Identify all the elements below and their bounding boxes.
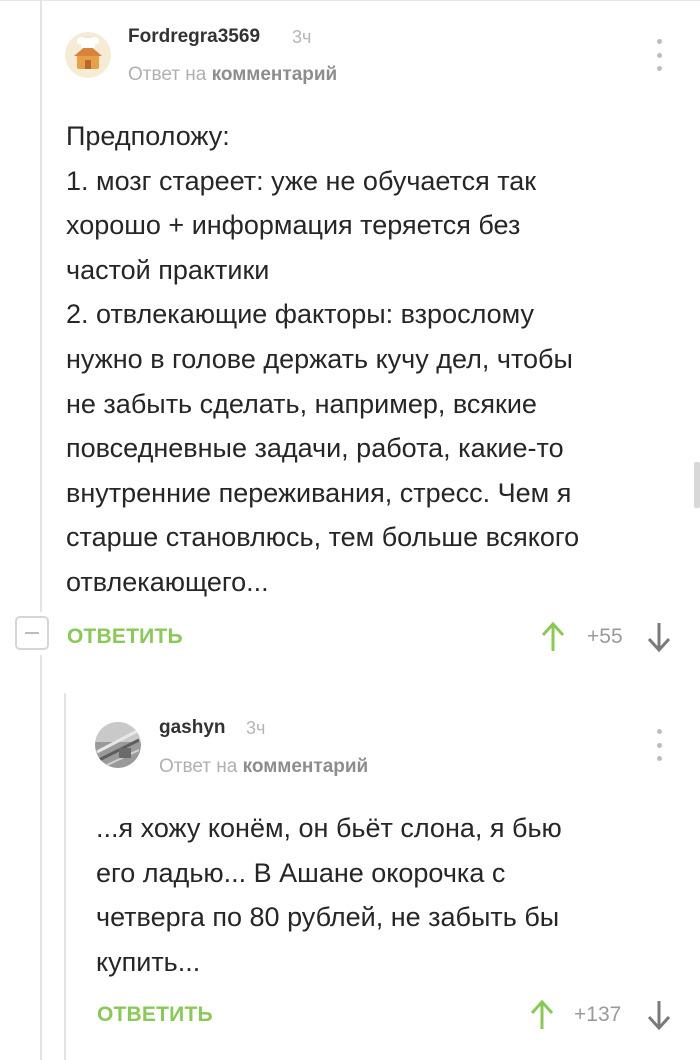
- comment-line: ...я хожу конём, он бьёт слона, я бью: [96, 813, 562, 843]
- comment-line: Предположу:: [66, 121, 230, 151]
- reply-button[interactable]: ОТВЕТИТЬ: [97, 1003, 213, 1027]
- thread-line-root-lower: [40, 655, 42, 1060]
- collapse-thread-button[interactable]: [15, 616, 49, 650]
- comment-line: четверга по 80 рублей, не забыть бы: [96, 902, 560, 933]
- comment-line: 1. мозг стареет: уже не обучается так: [66, 165, 537, 196]
- comment-line: внутренние переживания, стресс. Чем я: [66, 477, 572, 508]
- comment-author[interactable]: gashyn: [159, 717, 226, 739]
- comment-line: его ладью... В Ашане окорочка с: [96, 857, 506, 888]
- reply-to: Ответ на комментарий: [128, 64, 337, 86]
- reply-to-link[interactable]: комментарий: [212, 64, 338, 85]
- comment-line: нужно в голове держать кучу дел, чтобы: [66, 343, 573, 374]
- rating-score: +137: [574, 1003, 622, 1026]
- reply-button[interactable]: ОТВЕТИТЬ: [67, 625, 183, 649]
- comment-line: не забыть сделать, например, всякие: [66, 388, 537, 419]
- comment-body: Предположу: 1. мозг стареет: уже не обуч…: [66, 114, 691, 605]
- more-options-icon[interactable]: [654, 39, 664, 71]
- arrow-down-icon[interactable]: [646, 621, 672, 653]
- comment-line: хорошо + информация теряется без: [66, 210, 521, 241]
- reply-to-link[interactable]: комментарий: [243, 756, 369, 777]
- comment-author[interactable]: Fordregra3569: [128, 26, 260, 48]
- arrow-up-icon[interactable]: [529, 999, 555, 1031]
- comment-line: частой практики: [66, 254, 270, 285]
- comment-line: 2. отвлекающие факторы: взрослому: [66, 299, 535, 330]
- comment-time: 3ч: [292, 27, 312, 47]
- thread-line-reply: [64, 693, 66, 1060]
- chef-house-avatar-icon: [65, 32, 111, 78]
- thread-line-root: [40, 0, 42, 612]
- comment-line: отвлекающего...: [66, 566, 269, 597]
- rating-score: +55: [587, 625, 623, 648]
- reply-to-prefix: Ответ на: [128, 64, 207, 85]
- scrollbar-thumb[interactable]: [694, 462, 700, 508]
- photo-avatar-icon: [95, 722, 141, 768]
- comment-line: повседневные задачи, работа, какие-то: [66, 433, 564, 464]
- comment-time: 3ч: [246, 718, 266, 738]
- top-divider: [0, 0, 700, 1]
- comment-line: старше становлюсь, тем больше всякого: [66, 522, 580, 553]
- arrow-up-icon[interactable]: [540, 621, 566, 653]
- avatar[interactable]: [65, 32, 111, 78]
- comment-line: купить...: [96, 946, 201, 977]
- avatar[interactable]: [95, 722, 141, 768]
- arrow-down-icon[interactable]: [646, 999, 672, 1031]
- more-options-icon[interactable]: [654, 729, 664, 761]
- reply-to: Ответ на комментарий: [159, 756, 368, 778]
- reply-to-prefix: Ответ на: [159, 756, 238, 777]
- comment-body: ...я хожу конём, он бьёт слона, я бью ег…: [96, 806, 691, 984]
